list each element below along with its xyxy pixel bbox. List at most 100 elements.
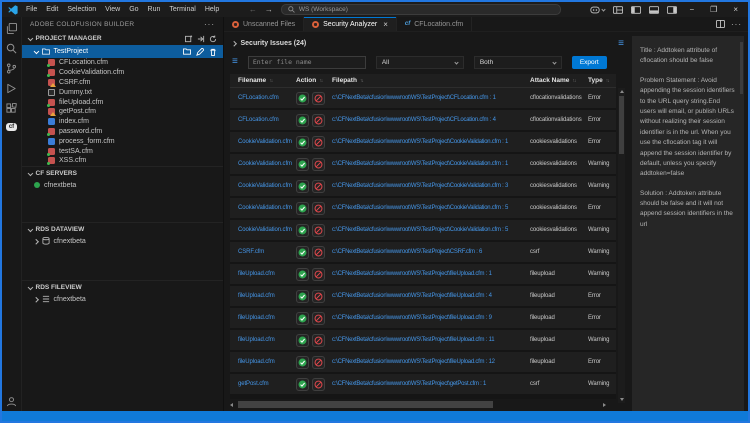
horizontal-scrollbar[interactable] [230, 401, 606, 409]
column-header[interactable]: Attack Name ↑↓ [530, 77, 588, 84]
scope-select[interactable]: Both [474, 56, 562, 69]
accept-issue-button[interactable] [296, 312, 309, 325]
issue-filepath-link[interactable]: c:\CFNextBeta\cfusion\wwwroot\WS\TestPro… [332, 227, 508, 233]
issue-filename-link[interactable]: CFLocation.cfm [230, 95, 296, 101]
project-file-item[interactable]: getPost.cfm [22, 107, 223, 117]
scroll-right-icon[interactable] [603, 403, 606, 407]
issue-filename-link[interactable]: fileUpload.cfm [230, 271, 296, 277]
forward-icon[interactable]: → [265, 6, 273, 14]
security-issues-section-header[interactable]: Security Issues (24) [232, 37, 626, 50]
toggle-panel-icon[interactable] [649, 6, 659, 14]
issue-row[interactable]: fileUpload.cfm c:\CFNextBeta\cfusion\www… [230, 352, 616, 372]
accept-issue-button[interactable] [296, 114, 309, 127]
issue-filename-link[interactable]: CookieValidation.cfm [230, 227, 296, 233]
project-file-item[interactable]: Dummy.txt [22, 87, 223, 97]
editor-tab[interactable]: CFLocation.cfm [397, 17, 472, 31]
sort-icon[interactable]: ↑↓ [360, 78, 363, 84]
issue-row[interactable]: getPost.cfm c:\CFNextBeta\cfusion\wwwroo… [230, 374, 616, 394]
issue-filename-link[interactable]: CFLocation.cfm [230, 117, 296, 123]
block-issue-button[interactable] [312, 180, 325, 193]
copilot-icon[interactable] [590, 6, 605, 14]
block-issue-button[interactable] [312, 312, 325, 325]
menu-item[interactable]: Run [148, 6, 161, 13]
column-header[interactable]: Type ↑↓ [588, 77, 616, 84]
issue-filepath-link[interactable]: c:\CFNextBeta\cfusion\wwwroot\WS\TestPro… [332, 205, 508, 211]
accept-issue-button[interactable] [296, 180, 309, 193]
sort-icon[interactable]: ↑↓ [269, 78, 272, 84]
issue-filepath-link[interactable]: c:\CFNextBeta\cfusion\wwwroot\WS\TestPro… [332, 249, 482, 255]
toggle-sidebar-icon[interactable] [631, 6, 641, 14]
issue-row[interactable]: CFLocation.cfm c:\CFNextBeta\cfusion\www… [230, 110, 616, 130]
maximize-button[interactable]: ❐ [706, 5, 721, 14]
issue-row[interactable]: fileUpload.cfm c:\CFNextBeta\cfusion\www… [230, 330, 616, 350]
project-file-item[interactable]: fileUpload.cfm [22, 97, 223, 107]
issue-filename-link[interactable]: CookieValidation.cfm [230, 183, 296, 189]
sort-icon[interactable]: ↑↓ [606, 78, 609, 84]
accept-issue-button[interactable] [296, 290, 309, 303]
block-issue-button[interactable] [312, 136, 325, 149]
toggle-secondary-sidebar-icon[interactable] [667, 6, 677, 14]
block-issue-button[interactable] [312, 378, 325, 391]
accept-issue-button[interactable] [296, 224, 309, 237]
cf-servers-header[interactable]: CF SERVERS [22, 167, 223, 180]
severity-select[interactable]: All [376, 56, 464, 69]
issue-filepath-link[interactable]: c:\CFNextBeta\cfusion\wwwroot\WS\TestPro… [332, 359, 495, 365]
rds-dataview-header[interactable]: RDS DATAVIEW [22, 223, 223, 236]
run-debug-icon[interactable] [2, 83, 22, 94]
scroll-up-icon[interactable] [620, 90, 624, 93]
accept-issue-button[interactable] [296, 334, 309, 347]
issue-row[interactable]: CSRF.cfm c:\CFNextBeta\cfusion\wwwroot\W… [230, 242, 616, 262]
menu-item[interactable]: Edit [46, 6, 58, 13]
column-header[interactable]: Filepath ↑↓ [332, 77, 530, 84]
issue-filename-link[interactable]: getPost.cfm [230, 381, 296, 387]
source-control-icon[interactable] [2, 63, 22, 74]
issue-filename-link[interactable]: CSRF.cfm [230, 249, 296, 255]
menu-item[interactable]: Help [205, 6, 219, 13]
scrollbar-thumb[interactable] [619, 96, 624, 154]
explorer-icon[interactable] [2, 23, 22, 34]
back-icon[interactable]: ← [249, 6, 257, 14]
issue-row[interactable]: fileUpload.cfm c:\CFNextBeta\cfusion\www… [230, 286, 616, 306]
accept-issue-button[interactable] [296, 158, 309, 171]
close-button[interactable]: × [729, 5, 742, 14]
block-issue-button[interactable] [312, 202, 325, 215]
block-issue-button[interactable] [312, 92, 325, 105]
project-file-item[interactable]: testSA.cfm [22, 146, 223, 156]
project-file-item[interactable]: CSRF.cfm [22, 78, 223, 88]
accept-issue-button[interactable] [296, 202, 309, 215]
issue-filepath-link[interactable]: c:\CFNextBeta\cfusion\wwwroot\WS\TestPro… [332, 161, 508, 167]
block-issue-button[interactable] [312, 290, 325, 303]
sort-icon[interactable]: ↑↓ [319, 78, 322, 84]
project-file-item[interactable]: process_form.cfm [22, 136, 223, 146]
import-project-icon[interactable] [197, 35, 205, 43]
issue-filename-link[interactable]: fileUpload.cfm [230, 293, 296, 299]
project-file-item[interactable]: index.cfm [22, 117, 223, 127]
menu-item[interactable]: Go [129, 6, 138, 13]
more-actions-icon[interactable]: ··· [204, 20, 215, 29]
filter-menu-icon[interactable]: ≡ [232, 57, 238, 67]
issue-filepath-link[interactable]: c:\CFNextBeta\cfusion\wwwroot\WS\TestPro… [332, 183, 508, 189]
account-icon[interactable] [2, 396, 22, 407]
accept-issue-button[interactable] [296, 136, 309, 149]
customize-layout-icon[interactable] [613, 6, 623, 14]
editor-tab[interactable]: Security Analyzer × [304, 17, 397, 31]
accept-issue-button[interactable] [296, 356, 309, 369]
column-header[interactable]: Action ↑↓ [296, 77, 332, 84]
block-issue-button[interactable] [312, 356, 325, 369]
new-project-icon[interactable] [185, 35, 193, 43]
project-manager-header[interactable]: PROJECT MANAGER [22, 32, 223, 45]
delete-icon[interactable] [209, 48, 217, 56]
issue-row[interactable]: CookieValidation.cfm c:\CFNextBeta\cfusi… [230, 154, 616, 174]
details-scrollbar-thumb[interactable] [740, 42, 743, 94]
block-issue-button[interactable] [312, 114, 325, 127]
search-icon[interactable] [2, 43, 22, 54]
coldfusion-extension-icon[interactable]: cf [2, 123, 22, 131]
block-issue-button[interactable] [312, 268, 325, 281]
issue-filepath-link[interactable]: c:\CFNextBeta\cfusion\wwwroot\WS\TestPro… [332, 293, 492, 299]
extensions-icon[interactable] [2, 103, 22, 114]
editor-tab[interactable]: Unscanned Files [224, 17, 304, 31]
vertical-scrollbar[interactable] [618, 88, 625, 403]
accept-issue-button[interactable] [296, 268, 309, 281]
issue-filename-link[interactable]: CookieValidation.cfm [230, 139, 296, 145]
menu-item[interactable]: Terminal [169, 6, 195, 13]
